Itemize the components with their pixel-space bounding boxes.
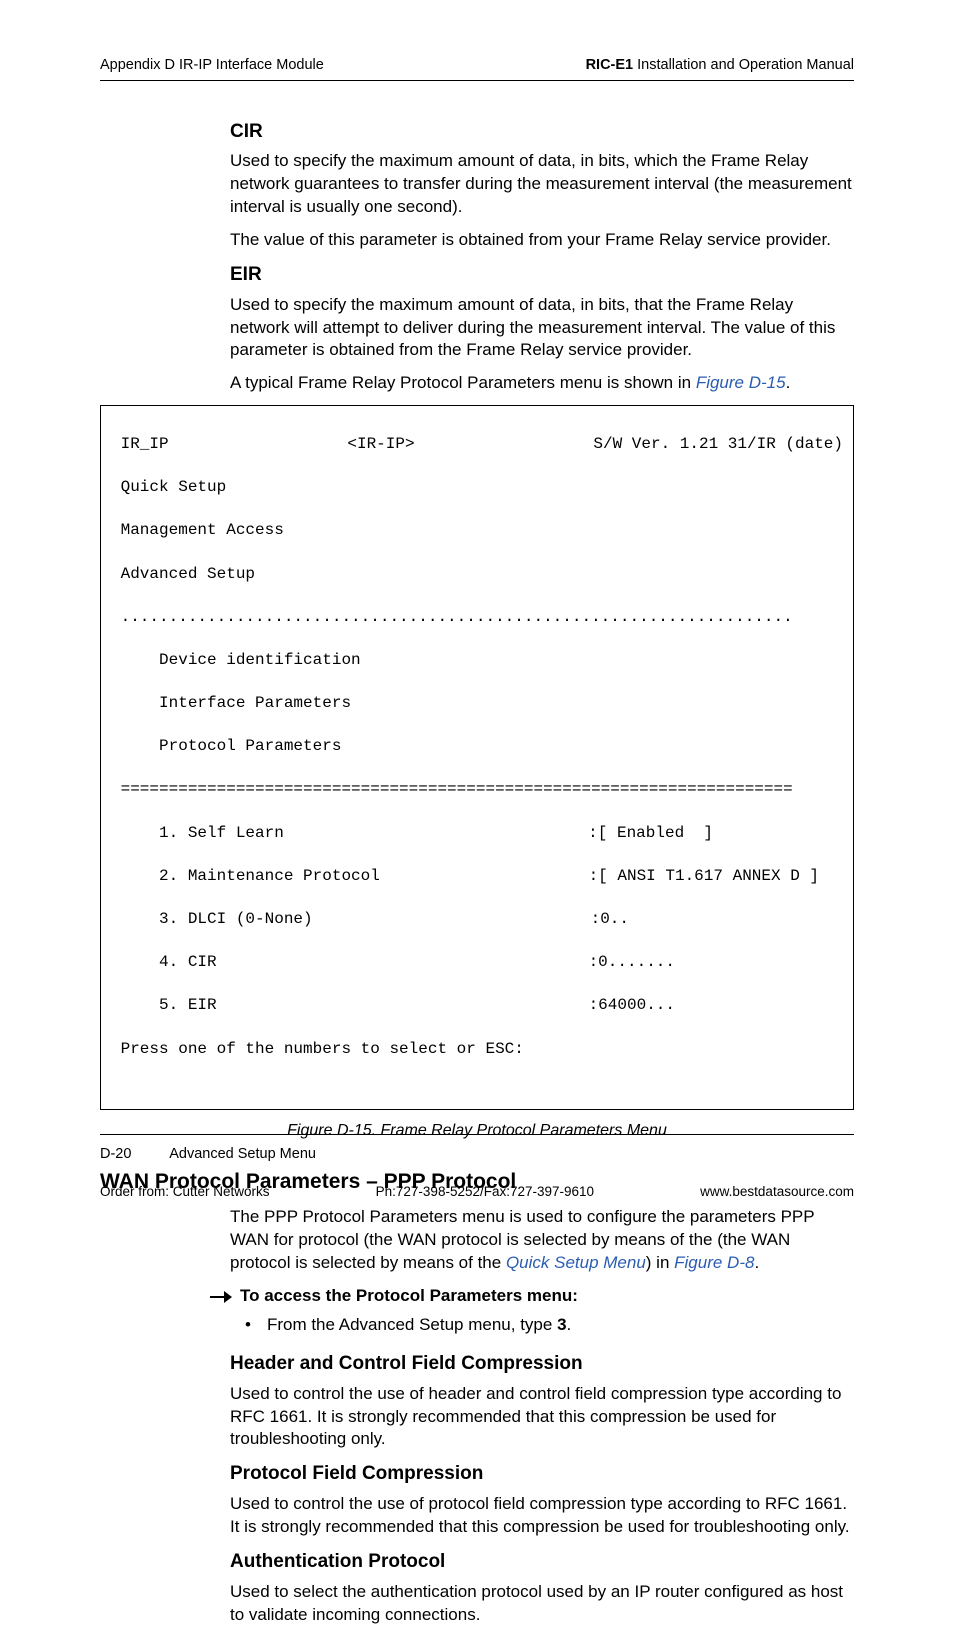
para: A typical Frame Relay Protocol Parameter…	[230, 372, 854, 395]
para: The value of this parameter is obtained …	[230, 229, 854, 252]
heading-eir: EIR	[230, 262, 854, 288]
heading-pfc: Protocol Field Compression	[230, 1461, 854, 1487]
vendor-right: www.bestdatasource.com	[700, 1183, 854, 1201]
para: Used to specify the maximum amount of da…	[230, 294, 854, 363]
term-text: ========================================…	[111, 779, 843, 801]
term-text: :0..	[591, 909, 843, 931]
term-text: :0.......	[589, 952, 843, 974]
para: Used to specify the maximum amount of da…	[230, 150, 854, 219]
text: From the Advanced Setup menu, type	[267, 1315, 557, 1334]
terminal-output: IR_IP <IR-IP> S/W Ver. 1.21 31/IR (date) Q…	[100, 405, 854, 1110]
page-number: D-20	[100, 1145, 166, 1165]
heading-hcfc: Header and Control Field Compression	[230, 1351, 854, 1377]
term-text: 4. CIR	[111, 952, 217, 974]
text: .	[754, 1253, 759, 1272]
term-text: 5. EIR	[111, 995, 217, 1017]
bullet-item: • From the Advanced Setup menu, type 3.	[245, 1314, 854, 1337]
quick-setup-link[interactable]: Quick Setup Menu	[506, 1253, 646, 1272]
para: The PPP Protocol Parameters menu is used…	[230, 1206, 854, 1275]
term-text: :[ ANSI T1.617 ANNEX D ]	[589, 866, 843, 888]
text: .	[786, 373, 791, 392]
text: ) in	[646, 1253, 674, 1272]
term-text: Press one of the numbers to select or ES…	[111, 1039, 843, 1061]
section-pfc: Protocol Field Compression Used to contr…	[230, 1461, 854, 1539]
para: Used to control the use of header and co…	[230, 1383, 854, 1452]
section-auth: Authentication Protocol Used to select t…	[230, 1549, 854, 1626]
footer-vendor: Order from: Cutter Networks Ph:727-398-5…	[100, 1183, 854, 1201]
section-eir: EIR Used to specify the maximum amount o…	[230, 262, 854, 395]
term-text: <IR-IP>	[347, 434, 414, 456]
header-left: Appendix D IR-IP Interface Module	[100, 56, 324, 76]
section-name: Advanced Setup Menu	[169, 1146, 316, 1162]
term-text: :[ Enabled ]	[588, 823, 843, 845]
footer-section: D-20 Advanced Setup Menu	[100, 1134, 854, 1165]
bullet-icon: •	[245, 1314, 251, 1337]
heading-cir: CIR	[230, 119, 854, 145]
term-text: ........................................…	[111, 607, 843, 629]
term-text: S/W Ver. 1.21 31/IR (date)	[593, 434, 843, 456]
term-text: Protocol Parameters	[111, 736, 843, 758]
figure-ref-link[interactable]: Figure D-15	[696, 373, 786, 392]
term-text: 1. Self Learn	[111, 823, 284, 845]
term-text: 3. DLCI (0-None)	[111, 909, 313, 931]
term-text: Quick Setup	[111, 477, 843, 499]
bullet-text: From the Advanced Setup menu, type 3.	[267, 1314, 571, 1337]
procedure-heading: To access the Protocol Parameters menu:	[210, 1285, 854, 1308]
header-right-rest: Installation and Operation Manual	[633, 57, 854, 73]
text: .	[567, 1315, 572, 1334]
vendor-mid: Ph:727-398-5252/Fax:727-397-9610	[376, 1183, 594, 1201]
text: A typical Frame Relay Protocol Parameter…	[230, 373, 696, 392]
para: Used to select the authentication protoc…	[230, 1581, 854, 1626]
text-bold: 3	[557, 1315, 566, 1334]
term-text: IR_IP	[111, 434, 169, 456]
term-text: :64000...	[589, 995, 843, 1017]
vendor-left: Order from: Cutter Networks	[100, 1183, 270, 1201]
header-right-bold: RIC-E1	[586, 57, 634, 73]
figure-ref-link[interactable]: Figure D-8	[674, 1253, 754, 1272]
content: CIR Used to specify the maximum amount o…	[100, 81, 854, 1626]
procedure-title: To access the Protocol Parameters menu:	[240, 1285, 578, 1308]
section-wan-intro: The PPP Protocol Parameters menu is used…	[230, 1206, 854, 1275]
term-text: 2. Maintenance Protocol	[111, 866, 380, 888]
term-text: Management Access	[111, 520, 843, 542]
section-cir: CIR Used to specify the maximum amount o…	[230, 119, 854, 252]
page-header: Appendix D IR-IP Interface Module RIC-E1…	[100, 56, 854, 81]
header-right: RIC-E1 Installation and Operation Manual	[586, 56, 854, 76]
term-text: Advanced Setup	[111, 564, 843, 586]
term-text: Interface Parameters	[111, 693, 843, 715]
section-hcfc: Header and Control Field Compression Use…	[230, 1351, 854, 1451]
term-text: Device identification	[111, 650, 843, 672]
para: Used to control the use of protocol fiel…	[230, 1493, 854, 1539]
arrow-right-icon	[210, 1290, 232, 1304]
page: Appendix D IR-IP Interface Module RIC-E1…	[0, 0, 954, 1235]
heading-auth: Authentication Protocol	[230, 1549, 854, 1575]
